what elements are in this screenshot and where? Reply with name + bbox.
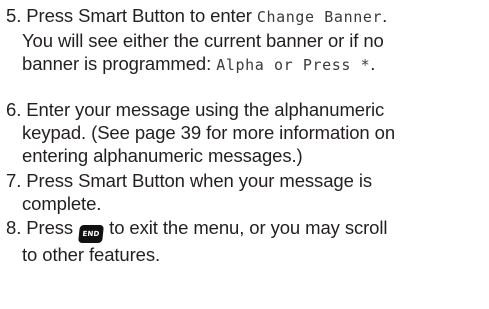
step-5-line-3-pre: banner is programmed: bbox=[22, 53, 217, 74]
display-text-change-banner: Change Banner bbox=[256, 8, 383, 26]
manual-page: 5. Press Smart Button to enter Change Ba… bbox=[0, 0, 489, 309]
end-key-icon: END bbox=[78, 225, 105, 243]
step-5: 5. Press Smart Button to enter Change Ba… bbox=[6, 4, 484, 77]
step-6-number: 6. bbox=[6, 99, 22, 120]
step-5-line-3: banner is programmed: Alpha or Press *. bbox=[6, 52, 484, 77]
step-8-number: 8. bbox=[6, 217, 22, 238]
step-7-line-1-text: Press Smart Button when your message is bbox=[26, 170, 372, 191]
step-5-number: 5. bbox=[6, 5, 22, 26]
step-5-line-1: 5. Press Smart Button to enter Change Ba… bbox=[6, 4, 484, 29]
step-8: 8. Press END to exit the menu, or you ma… bbox=[6, 216, 484, 266]
step-6-line-3: entering alphanumeric messages.) bbox=[22, 145, 303, 166]
step-5-text-pre: Press Smart Button to enter bbox=[26, 5, 257, 26]
step-8-text-pre: Press bbox=[26, 217, 79, 238]
step-7: 7. Press Smart Button when your message … bbox=[6, 169, 484, 215]
step-8-line-2: to other features. bbox=[22, 244, 161, 265]
step-7-line-2: complete. bbox=[22, 193, 102, 214]
display-text-alpha-or-press: Alpha or Press * bbox=[216, 56, 371, 74]
step-7-number: 7. bbox=[6, 170, 22, 191]
step-5-text-post: . bbox=[382, 5, 388, 26]
step-7-line-1: 7. Press Smart Button when your message … bbox=[6, 169, 484, 192]
step-6-line-2: keypad. (See page 39 for more informatio… bbox=[22, 122, 396, 143]
step-8-text-post: to exit the menu, or you may scroll bbox=[104, 217, 388, 238]
step-6-line-1-text: Enter your message using the alphanumeri… bbox=[26, 99, 385, 120]
step-5-line-2: You will see either the current banner o… bbox=[22, 30, 384, 51]
step-6-line-1: 6. Enter your message using the alphanum… bbox=[6, 98, 484, 121]
step-8-line-1: 8. Press END to exit the menu, or you ma… bbox=[6, 216, 484, 243]
step-5-line-3-post: . bbox=[370, 53, 376, 74]
step-6: 6. Enter your message using the alphanum… bbox=[6, 98, 484, 167]
